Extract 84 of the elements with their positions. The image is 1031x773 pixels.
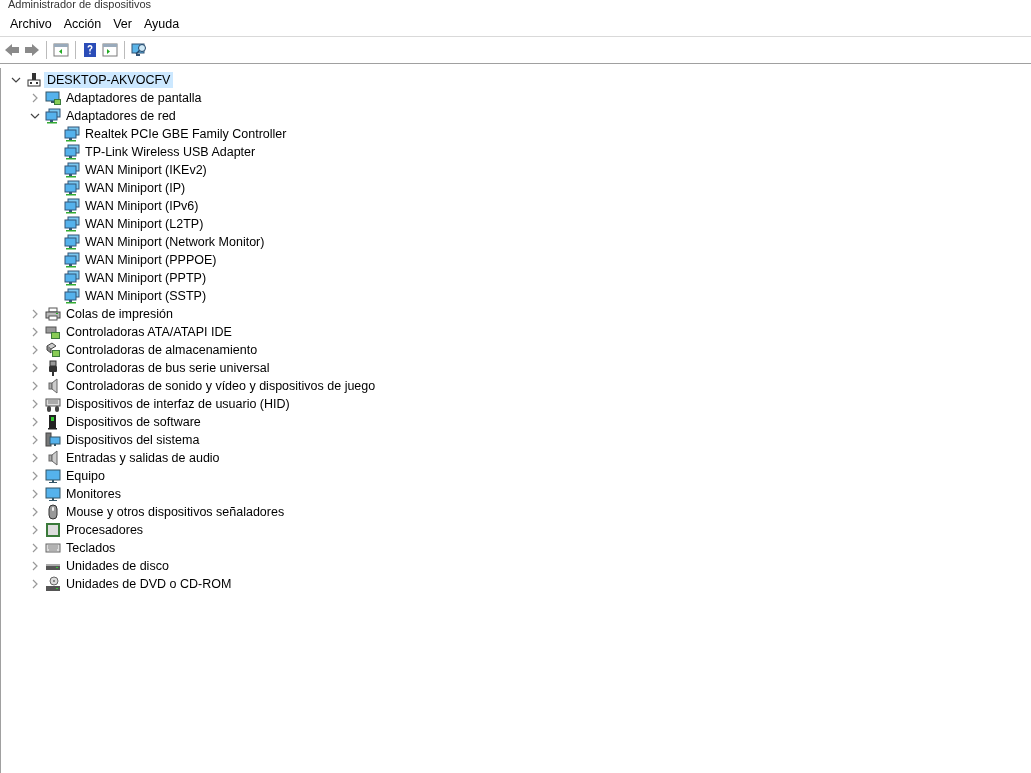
tree-item[interactable]: Monitores [63,486,124,502]
monitor-icon [45,468,61,484]
network-icon [64,144,80,160]
tree-item[interactable]: WAN Miniport (L2TP) [82,216,207,232]
expand-chevron-icon[interactable] [30,525,40,535]
keyboard-mouse-icon [45,396,61,412]
network-icon [64,234,80,250]
network-icon [64,252,80,268]
circuit-board-icon [45,324,61,340]
expand-chevron-icon[interactable] [30,381,40,391]
tree-item[interactable]: Colas de impresión [63,306,176,322]
tree-item[interactable]: Unidades de disco [63,558,172,574]
tree-item[interactable]: Adaptadores de red [63,108,179,124]
network-icon [64,126,80,142]
tree-item[interactable]: WAN Miniport (SSTP) [82,288,210,304]
network-icon [64,198,80,214]
tree-item[interactable]: Adaptadores de pantalla [63,90,205,106]
system-monitor-icon [45,432,61,448]
tree-item[interactable]: Controladoras de almacenamiento [63,342,261,358]
expand-chevron-icon[interactable] [30,417,40,427]
optical-drive-icon [45,576,61,592]
collapse-chevron-icon[interactable] [11,75,21,85]
collapse-chevron-icon[interactable] [30,111,40,121]
monitor-icon [45,90,61,106]
tree-item[interactable]: WAN Miniport (PPPOE) [82,252,220,268]
network-icon [64,288,80,304]
network-icon [64,216,80,232]
network-icon [64,270,80,286]
menu-item[interactable]: Acción [57,15,108,33]
tree-item[interactable]: Entradas y salidas de audio [63,450,223,466]
expand-chevron-icon[interactable] [30,93,40,103]
expand-chevron-icon[interactable] [30,561,40,571]
expand-chevron-icon[interactable] [30,345,40,355]
tree-item[interactable]: WAN Miniport (IP) [82,180,189,196]
computer-icon [26,72,42,88]
network-icon [64,180,80,196]
help-button[interactable] [81,41,99,59]
monitor-icon [45,486,61,502]
speaker-icon [45,450,61,466]
keyboard-icon [45,540,61,556]
network-icon [64,162,80,178]
tree-item[interactable]: Teclados [63,540,119,556]
menu-item[interactable]: Ayuda [138,15,186,33]
expand-chevron-icon[interactable] [30,435,40,445]
processor-icon [45,522,61,538]
tree-item[interactable]: WAN Miniport (PPTP) [82,270,210,286]
back-arrow-button[interactable] [3,41,21,59]
expand-chevron-icon[interactable] [30,327,40,337]
expand-chevron-icon[interactable] [30,453,40,463]
tree-item[interactable]: Unidades de DVD o CD-ROM [63,576,235,592]
tree-item[interactable]: WAN Miniport (Network Monitor) [82,234,268,250]
tree-item[interactable]: Controladoras ATA/ATAPI IDE [63,324,235,340]
printer-icon [45,306,61,322]
tree-item[interactable]: WAN Miniport (IPv6) [82,198,202,214]
expand-chevron-icon[interactable] [30,507,40,517]
tree-item[interactable]: Procesadores [63,522,147,538]
expand-chevron-icon[interactable] [30,489,40,499]
tree-item[interactable]: Equipo [63,468,108,484]
window-title: Administrador de dispositivos [8,0,152,10]
tree-item[interactable]: Controladoras de bus serie universal [63,360,273,376]
tree-item[interactable]: Dispositivos de interfaz de usuario (HID) [63,396,293,412]
expand-chevron-icon[interactable] [30,309,40,319]
expand-chevron-icon[interactable] [30,579,40,589]
tree-item[interactable]: Controladoras de sonido y vídeo y dispositivos de juego [63,378,379,394]
expand-chevron-icon[interactable] [30,399,40,409]
expand-chevron-icon[interactable] [30,363,40,373]
forward-arrow-button[interactable] [23,41,41,59]
tree-item[interactable]: Dispositivos de software [63,414,204,430]
monitor-magnifier-button[interactable] [130,41,148,59]
tree-item[interactable]: DESKTOP-AKVOCFV [44,72,174,88]
window-panel-button[interactable] [52,41,70,59]
menu-item[interactable]: Ver [107,15,138,33]
tree-item[interactable]: WAN Miniport (IKEv2) [82,162,210,178]
tree-item[interactable]: Dispositivos del sistema [63,432,203,448]
mouse-icon [45,504,61,520]
tree-item[interactable]: Realtek PCIe GBE Family Controller [82,126,290,142]
tree-item[interactable]: TP-Link Wireless USB Adapter [82,144,259,160]
tree-item[interactable]: Mouse y otros dispositivos señaladores [63,504,288,520]
speaker-icon [45,378,61,394]
expand-chevron-icon[interactable] [30,471,40,481]
menu-item[interactable]: Archivo [4,15,58,33]
expand-chevron-icon[interactable] [30,543,40,553]
storage-controller-icon [45,342,61,358]
network-icon [45,108,61,124]
